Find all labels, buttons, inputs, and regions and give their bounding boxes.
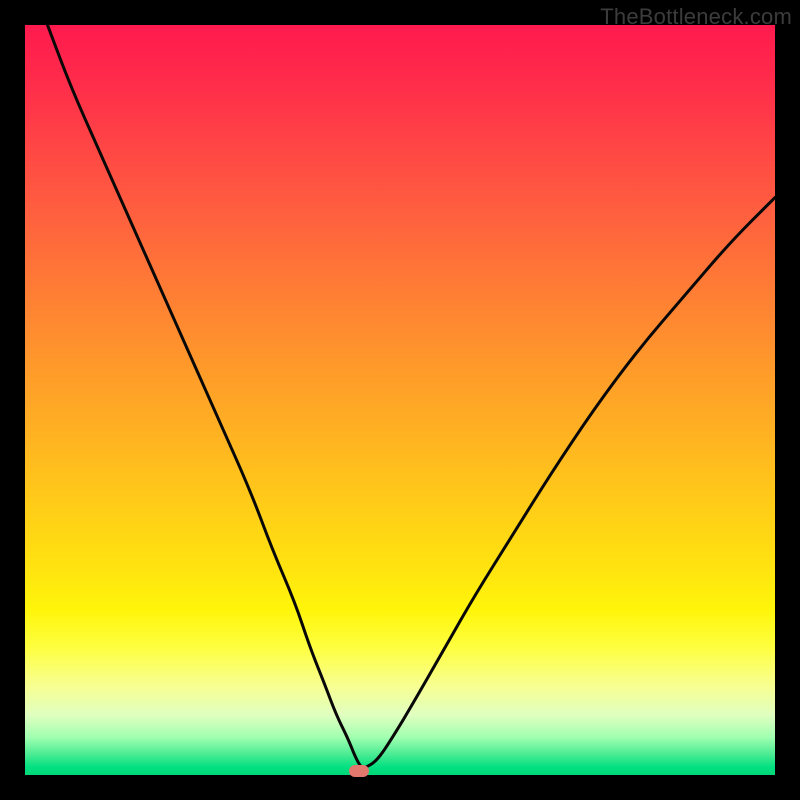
bottleneck-curve [25,25,775,775]
chart-frame: TheBottleneck.com [0,0,800,800]
optimal-point-marker [349,765,369,777]
watermark-text: TheBottleneck.com [600,4,792,30]
